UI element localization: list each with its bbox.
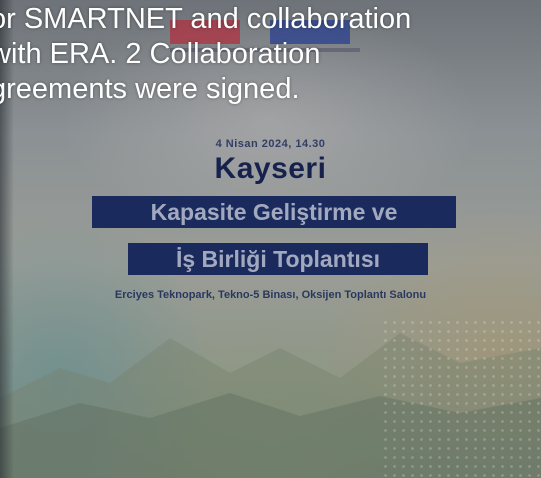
event-date-time: 4 Nisan 2024, 14.30 xyxy=(215,138,326,150)
title-line-2: İş Birliği Toplantısı xyxy=(175,246,381,272)
caption-overlay: or SMARTNET and collaboration with ERA. … xyxy=(0,3,412,105)
title-banner-2: İş Birliği Toplantısı xyxy=(128,243,428,275)
event-city: Kayseri xyxy=(214,152,327,185)
event-venue: Erciyes Teknopark, Tekno-5 Binası, Oksij… xyxy=(114,289,427,301)
photo-frame: 4 Nisan 2024, 14.30 Kayseri Kapasite Gel… xyxy=(0,0,541,478)
title-banner-1: Kapasite Geliştirme ve xyxy=(92,196,456,228)
title-line-1: Kapasite Geliştirme ve xyxy=(150,199,398,225)
dot-pattern-decoration xyxy=(381,318,541,478)
